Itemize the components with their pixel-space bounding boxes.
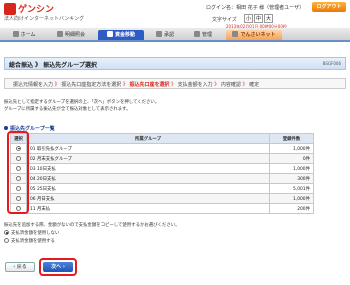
logout-button[interactable]: ログアウト bbox=[312, 2, 346, 12]
page-title: 総合振込 》 振込先グループ選択 bbox=[9, 62, 97, 69]
step-arrow-icon: 》 bbox=[171, 82, 177, 88]
step-3-current: 振込先口座を選択 bbox=[129, 82, 170, 88]
col-count-header: 登録件数 bbox=[269, 133, 314, 144]
group-count: 1,000件 bbox=[269, 193, 314, 204]
group-name: 04 20日支払 bbox=[26, 173, 270, 184]
gear-icon bbox=[193, 31, 200, 37]
home-icon bbox=[12, 31, 19, 37]
steps-list: 振込元情報を入力 》 振込先口座指定方法を選択 》 振込先口座を選択 》 支払金… bbox=[13, 81, 259, 88]
yen-icon bbox=[106, 31, 113, 37]
brand-logo-icon bbox=[4, 3, 16, 15]
nav-home[interactable]: ホーム bbox=[4, 30, 44, 40]
table-row[interactable]: 01 取引先払グループ 1,000件 bbox=[10, 143, 314, 154]
document-icon bbox=[56, 31, 63, 37]
step-arrow-icon: 》 bbox=[242, 82, 248, 88]
instruction-text-2: グループに所属する振込先が全て振込対象として表示されます。 bbox=[4, 107, 131, 112]
group-name: 03 10日支払 bbox=[26, 163, 270, 174]
back-button[interactable]: ‹ 戻る bbox=[5, 262, 35, 272]
option-no-copy[interactable]: 支払済金額を使用しない bbox=[4, 230, 59, 236]
step-arrow-icon: 》 bbox=[122, 82, 128, 88]
step-5: 内容確認 bbox=[220, 82, 241, 88]
group-name: 05 25日支払 bbox=[26, 183, 270, 194]
group-count: 0件 bbox=[269, 153, 314, 164]
nav-denshi[interactable]: でんさいネット bbox=[226, 30, 282, 40]
group-name: 06 月日支払 bbox=[26, 193, 270, 204]
denshi-icon bbox=[232, 31, 239, 37]
group-count: 200件 bbox=[269, 203, 314, 214]
nav-approval[interactable]: 承認 bbox=[148, 30, 182, 40]
login-info: ログイン名：相田 花子 様（管理者ユーザ） bbox=[206, 5, 305, 11]
step-4: 支払金額を入力 bbox=[177, 82, 213, 88]
instruction-text-1: 振込先として指定するグループを選択の上、「次へ」ボタンを押してください。 bbox=[4, 100, 160, 105]
main-nav: ホーム 明細照会 資金移動 承認 管理 でんさいネット bbox=[0, 28, 350, 42]
step-arrow-icon: 》 bbox=[54, 82, 60, 88]
group-count: 1,000件 bbox=[269, 163, 314, 174]
font-size-large-button[interactable]: 大 bbox=[264, 14, 273, 23]
bullet-icon bbox=[4, 126, 8, 130]
step-1: 振込元情報を入力 bbox=[13, 82, 54, 88]
group-name: 02 月末支払グループ bbox=[26, 153, 270, 164]
option-copy-radio[interactable] bbox=[4, 238, 9, 243]
group-count: 300件 bbox=[269, 173, 314, 184]
step-arrow-icon: 》 bbox=[214, 82, 220, 88]
option-no-copy-radio[interactable] bbox=[4, 230, 9, 235]
step-6: 確定 bbox=[249, 82, 260, 88]
brand-name: ゲンシン bbox=[18, 5, 55, 15]
font-size-medium-button[interactable]: 中 bbox=[254, 14, 263, 23]
group-count: 5,001件 bbox=[269, 183, 314, 194]
nav-inquiry[interactable]: 明細照会 bbox=[48, 30, 94, 40]
step-2: 振込先口座指定方法を選択 bbox=[61, 82, 122, 88]
nav-transfer[interactable]: 資金移動 bbox=[98, 30, 144, 40]
table-row[interactable]: 06 月日支払 1,000件 bbox=[10, 193, 314, 204]
table-row[interactable]: 05 25日支払 5,001件 bbox=[10, 183, 314, 194]
stamp-icon bbox=[155, 31, 162, 37]
brand-subtitle: 法人向けインターネットバンキング bbox=[4, 16, 85, 22]
screen-code: BSGF006 bbox=[322, 61, 341, 66]
select-column-highlight bbox=[7, 131, 29, 214]
next-button-highlight bbox=[39, 258, 77, 276]
col-group-header: 所属グループ bbox=[26, 133, 270, 144]
font-size-small-button[interactable]: 小 bbox=[244, 14, 253, 23]
table-row[interactable]: 03 10日支払 1,000件 bbox=[10, 163, 314, 174]
copy-amount-note: 振込先を追加する際、金額がないので支払金額をコピーして使用するかお選びください。 bbox=[4, 223, 180, 228]
top-header: ゲンシン 法人向けインターネットバンキング ログイン名：相田 花子 様（管理者ユ… bbox=[0, 0, 350, 29]
table-row[interactable]: 04 20日支払 300件 bbox=[10, 173, 314, 184]
option-copy[interactable]: 支払済金額を使用する bbox=[4, 238, 55, 244]
group-table: 選択 所属グループ 登録件数 01 取引先払グループ 1,000件 02 月末支… bbox=[10, 133, 314, 214]
group-name: 11 月末払 bbox=[26, 203, 270, 214]
nav-admin[interactable]: 管理 bbox=[186, 30, 220, 40]
table-row[interactable]: 11 月末払 200件 bbox=[10, 203, 314, 214]
table-row[interactable]: 02 月末支払グループ 0件 bbox=[10, 153, 314, 164]
page-title-bar: 総合振込 》 振込先グループ選択 BSGF006 bbox=[4, 57, 346, 70]
group-name: 01 取引先払グループ bbox=[26, 143, 270, 154]
group-count: 1,000件 bbox=[269, 143, 314, 154]
font-size-label: 文字サイズ bbox=[212, 17, 237, 23]
progress-steps: 振込元情報を入力 》 振込先口座指定方法を選択 》 振込先口座を選択 》 支払金… bbox=[4, 78, 346, 89]
